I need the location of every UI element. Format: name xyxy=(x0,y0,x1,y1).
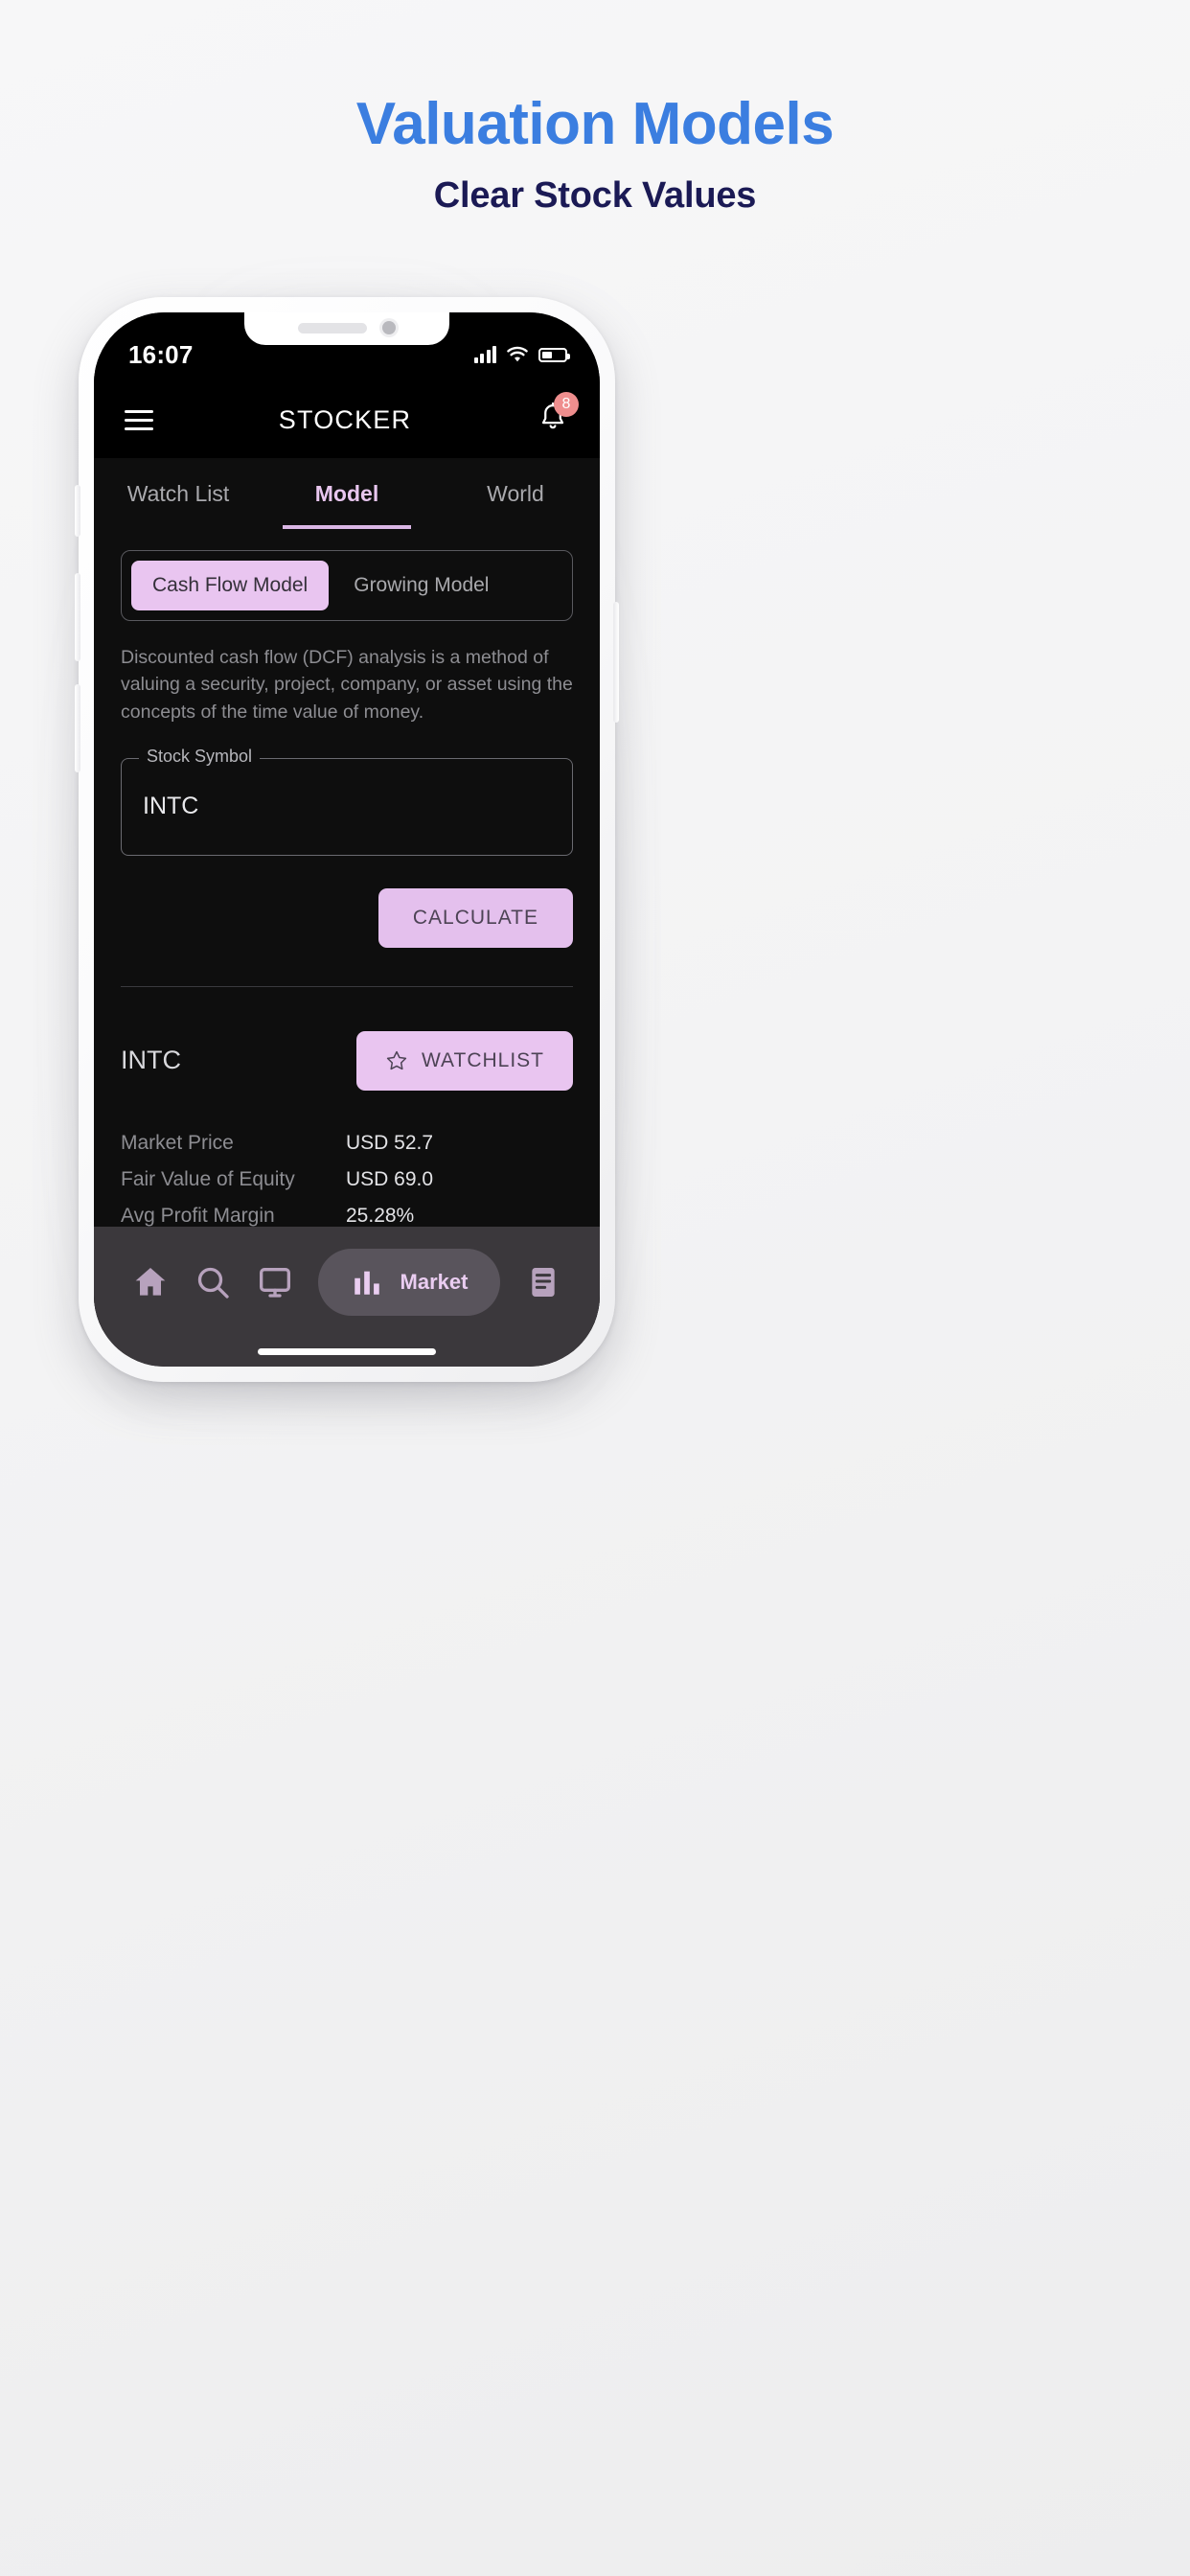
app-title: STOCKER xyxy=(278,404,412,434)
earpiece-speaker xyxy=(298,322,367,334)
star-icon xyxy=(386,1050,407,1070)
bottom-navigation: Market xyxy=(94,1227,600,1367)
result-ticker: INTC xyxy=(121,1046,181,1075)
nav-item-monitor[interactable] xyxy=(256,1263,294,1301)
nav-item-market[interactable]: Market xyxy=(317,1249,501,1316)
metric-value: 25.28% xyxy=(346,1204,415,1227)
phone-screen: 16:07 STOCKER 8 Watch List Model World C… xyxy=(94,312,600,1367)
battery-icon xyxy=(538,347,570,362)
section-divider xyxy=(121,985,573,987)
promo-title: Valuation Models xyxy=(355,91,835,157)
nav-item-home[interactable] xyxy=(131,1263,170,1301)
home-icon xyxy=(135,1268,165,1296)
tab-bar: Watch List Model World xyxy=(94,458,600,529)
status-bar: 16:07 xyxy=(94,312,600,381)
search-icon xyxy=(197,1267,229,1299)
monitor-icon xyxy=(259,1268,290,1298)
nav-item-search[interactable] xyxy=(194,1263,232,1301)
tab-model[interactable]: Model xyxy=(263,458,431,529)
tab-world[interactable]: World xyxy=(431,458,600,529)
metric-label: Fair Value of Equity xyxy=(121,1167,295,1190)
stock-symbol-input[interactable]: Stock Symbol INTC xyxy=(121,746,573,856)
nav-item-list[interactable] xyxy=(524,1263,562,1301)
model-selector: Cash Flow Model Growing Model xyxy=(121,550,573,621)
mute-switch[interactable] xyxy=(75,485,80,537)
cellular-signal-icon xyxy=(473,346,496,363)
bar-chart-icon xyxy=(354,1271,379,1295)
app-bar: STOCKER 8 xyxy=(94,381,600,458)
segment-cash-flow-model[interactable]: Cash Flow Model xyxy=(131,561,330,610)
segment-growing-model[interactable]: Growing Model xyxy=(332,561,510,610)
phone-frame: 16:07 STOCKER 8 Watch List Model World C… xyxy=(75,297,619,1382)
nav-item-market-label: Market xyxy=(400,1270,469,1294)
wifi-icon xyxy=(507,346,528,362)
volume-up-button[interactable] xyxy=(75,573,80,661)
stock-symbol-label: Stock Symbol xyxy=(139,746,261,767)
main-content: Cash Flow Model Growing Model Discounted… xyxy=(94,529,600,1334)
metric-value: USD 52.7 xyxy=(346,1131,434,1154)
metric-row: Fair Value of Equity USD 69.0 xyxy=(121,1162,573,1198)
status-time: 16:07 xyxy=(128,339,194,369)
watchlist-button[interactable]: WATCHLIST xyxy=(356,1030,573,1091)
promo-headline: Valuation Models Clear Stock Values xyxy=(0,91,1190,217)
list-icon xyxy=(532,1268,556,1297)
volume-down-button[interactable] xyxy=(75,684,80,772)
stock-symbol-value: INTC xyxy=(143,793,199,820)
metric-row: Market Price USD 52.7 xyxy=(121,1125,573,1162)
notification-badge: 8 xyxy=(554,392,579,417)
calculate-button[interactable]: CALCULATE xyxy=(378,887,573,948)
power-button[interactable] xyxy=(613,602,619,723)
tab-watch-list[interactable]: Watch List xyxy=(94,458,263,529)
result-header: INTC WATCHLIST xyxy=(121,1030,573,1091)
watchlist-label: WATCHLIST xyxy=(422,1048,544,1071)
metric-label: Market Price xyxy=(121,1131,234,1154)
notch xyxy=(244,312,449,345)
hamburger-menu-icon[interactable] xyxy=(125,404,153,436)
metric-value: USD 69.0 xyxy=(346,1167,434,1190)
metric-label: Avg Profit Margin xyxy=(121,1204,275,1227)
home-indicator xyxy=(258,1348,436,1355)
model-description: Discounted cash flow (DCF) analysis is a… xyxy=(121,647,573,723)
notification-button[interactable]: 8 xyxy=(537,392,579,438)
metrics-list: Market Price USD 52.7 Fair Value of Equi… xyxy=(121,1125,573,1234)
promo-subtitle: Clear Stock Values xyxy=(433,175,757,217)
front-camera xyxy=(382,321,396,334)
